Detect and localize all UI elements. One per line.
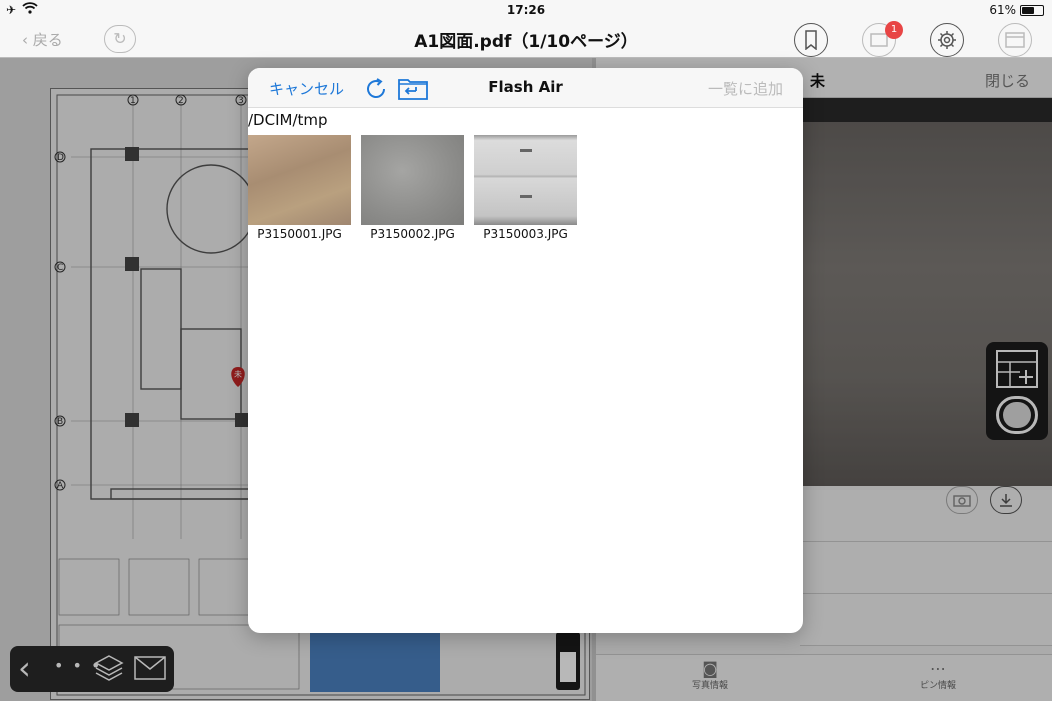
bookmark-icon: [805, 30, 817, 50]
notification-badge: 1: [885, 21, 903, 39]
file-name: P3150002.JPG: [370, 227, 455, 241]
file-item[interactable]: P3150002.JPG: [361, 135, 464, 241]
messages-button[interactable]: 1: [862, 21, 903, 57]
file-thumbnail: [474, 135, 577, 225]
add-to-list-button[interactable]: 一覧に追加: [708, 78, 783, 99]
dialog-header: キャンセル Flash Air 一覧に追加: [248, 68, 803, 108]
battery-fill: [1022, 6, 1035, 14]
status-time: 17:26: [506, 3, 546, 17]
drawer-handle: [520, 195, 532, 198]
gear-icon: [938, 31, 956, 49]
window-button[interactable]: [998, 23, 1032, 57]
file-item[interactable]: P3150001.JPG: [248, 135, 351, 241]
file-item[interactable]: P3150003.JPG: [474, 135, 577, 241]
file-thumbnail: [248, 135, 351, 225]
battery-percent: 61%: [989, 3, 1016, 17]
status-bar: ✈ 17:26 61%: [0, 0, 1052, 20]
drawer-handle: [520, 149, 532, 152]
flash-air-dialog: キャンセル Flash Air 一覧に追加 /DCIM/tmp P3150001…: [248, 68, 803, 633]
nav-bar: ‹ 戻る ↻ A1図面.pdf（1/10ページ） 1: [0, 20, 1052, 58]
file-thumbnail: [361, 135, 464, 225]
file-grid: P3150001.JPG P3150002.JPG P3150003.JPG: [248, 135, 577, 241]
file-name: P3150003.JPG: [483, 227, 568, 241]
window-icon: [1005, 32, 1025, 48]
folder-path: /DCIM/tmp: [248, 111, 328, 129]
bookmark-button[interactable]: [794, 23, 828, 57]
battery-icon: [1020, 4, 1044, 16]
file-name: P3150001.JPG: [257, 227, 342, 241]
settings-button[interactable]: [930, 23, 964, 57]
